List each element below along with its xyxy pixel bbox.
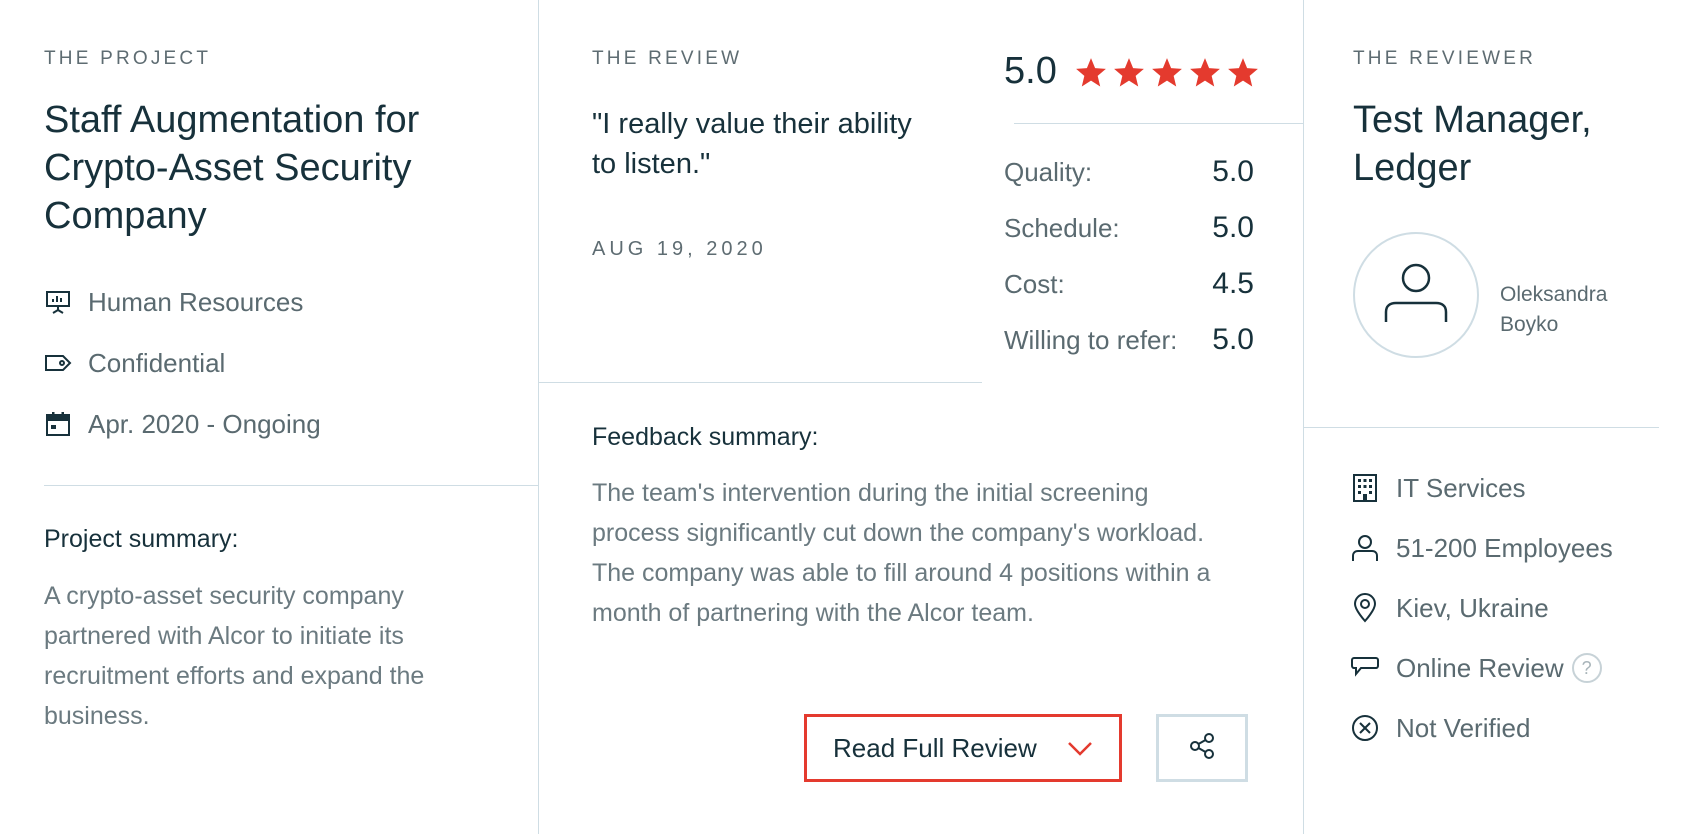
rating-label: Schedule: xyxy=(1004,212,1120,243)
reviewer-eyebrow: THE REVIEWER xyxy=(1353,48,1537,69)
reviewer-name: Oleksandra Boyko xyxy=(1500,283,1608,336)
rating-schedule: Schedule: 5.0 xyxy=(1004,208,1254,248)
project-service-line: Human Resources xyxy=(88,286,304,317)
divider-score xyxy=(1014,123,1303,124)
rating-label: Cost: xyxy=(1004,268,1065,299)
calendar-icon xyxy=(44,410,72,438)
help-icon[interactable]: ? xyxy=(1571,653,1602,683)
reviewer-location-text: Kiev, Ukraine xyxy=(1396,592,1549,623)
review-quote: "I really value their ability to listen.… xyxy=(592,108,912,180)
rating-willing-to-refer: Willing to refer: 5.0 xyxy=(1004,320,1254,360)
project-meta-dates: Apr. 2020 - Ongoing xyxy=(44,408,321,440)
project-meta-service: Human Resources xyxy=(44,286,303,318)
avatar xyxy=(1353,232,1479,358)
feedback-summary-text: The team's intervention during the initi… xyxy=(592,479,1211,627)
reviewer-verification-text: Not Verified xyxy=(1396,712,1531,743)
speech-bubble-icon xyxy=(1350,653,1380,683)
read-full-review-label: Read Full Review xyxy=(833,732,1037,763)
review-eyebrow: THE REVIEW xyxy=(592,48,743,69)
star-icon xyxy=(1152,58,1182,87)
rating-value: 4.5 xyxy=(1212,267,1254,300)
rating-value: 5.0 xyxy=(1212,211,1254,244)
read-full-review-button[interactable]: Read Full Review xyxy=(804,714,1122,782)
reviewer-review-source: Online Review ? xyxy=(1350,651,1602,685)
user-icon xyxy=(1383,260,1449,331)
rating-cost: Cost: 4.5 xyxy=(1004,264,1254,304)
star-icon xyxy=(1114,58,1144,87)
project-budget: Confidential xyxy=(88,347,226,378)
reviewer-location: Kiev, Ukraine xyxy=(1350,591,1549,625)
star-icon xyxy=(1190,58,1220,87)
project-eyebrow: THE PROJECT xyxy=(44,48,212,69)
review-date: AUG 19, 2020 xyxy=(592,238,767,260)
divider-project-summary xyxy=(44,485,538,486)
reviewer-review-source-text: Online Review xyxy=(1396,652,1564,683)
star-icon xyxy=(1228,58,1258,87)
divider-right xyxy=(1303,0,1304,834)
rating-label: Quality: xyxy=(1004,156,1093,187)
reviewer-industry: IT Services xyxy=(1350,471,1526,505)
price-tag-icon xyxy=(44,349,72,377)
reviewer-company-size-text: 51-200 Employees xyxy=(1396,532,1613,563)
rating-value: 5.0 xyxy=(1212,323,1254,356)
building-icon xyxy=(1350,473,1380,503)
reviewer-company-size: 51-200 Employees xyxy=(1350,531,1613,565)
reviewer-industry-text: IT Services xyxy=(1396,472,1526,503)
project-dates: Apr. 2020 - Ongoing xyxy=(88,408,321,439)
rating-label: Willing to refer: xyxy=(1004,324,1178,355)
share-icon xyxy=(1187,731,1217,766)
reviewer-verification: Not Verified xyxy=(1350,711,1530,745)
project-summary-label: Project summary: xyxy=(44,525,239,553)
rating-value: 5.0 xyxy=(1212,155,1254,188)
divider-reviewer xyxy=(1303,427,1659,428)
location-pin-icon xyxy=(1350,593,1380,623)
project-meta-budget: Confidential xyxy=(44,347,225,379)
divider-left xyxy=(538,0,539,834)
rating-quality: Quality: 5.0 xyxy=(1004,152,1254,192)
reviewer-title: Test Manager, Ledger xyxy=(1353,99,1592,189)
presentation-board-icon xyxy=(44,288,72,316)
project-title: Staff Augmentation for Crypto-Asset Secu… xyxy=(44,99,420,237)
divider-review-top xyxy=(538,382,982,383)
project-summary-text: A crypto-asset security company partnere… xyxy=(44,582,425,730)
share-button[interactable] xyxy=(1156,714,1248,782)
star-icon xyxy=(1076,58,1106,87)
person-icon xyxy=(1350,533,1380,563)
x-circle-icon xyxy=(1350,713,1380,743)
overall-score: 5.0 xyxy=(1004,50,1057,92)
feedback-summary-label: Feedback summary: xyxy=(592,423,819,451)
star-rating xyxy=(1074,56,1260,90)
chevron-down-icon xyxy=(1067,741,1093,762)
